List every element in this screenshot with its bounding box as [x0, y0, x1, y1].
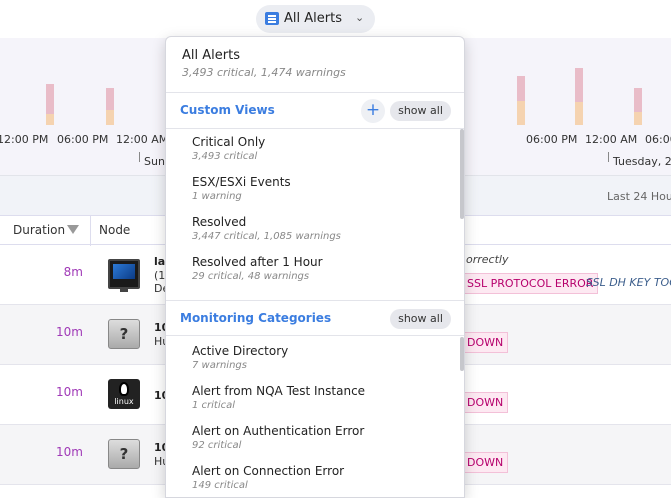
- view-selector-title: All Alerts: [284, 11, 342, 26]
- custom-views-scrollbar[interactable]: [460, 129, 464, 219]
- linux-icon: linux: [108, 379, 140, 409]
- custom-view-item[interactable]: Resolved 3,447 critical, 1,085 warnings: [192, 215, 452, 255]
- duration-value: 10m: [56, 325, 83, 339]
- custom-view-name: Critical Only: [192, 135, 266, 149]
- time-label: 12:00 PM: [0, 133, 49, 146]
- status-badge: DOWN: [462, 452, 509, 473]
- category-count: 92 critical: [192, 440, 242, 451]
- day-tick: [139, 152, 140, 162]
- time-label: 12:00 AM: [585, 133, 638, 146]
- category-count: 7 warnings: [192, 360, 247, 371]
- chart-bar-warning: [634, 112, 642, 125]
- linux-icon-label: linux: [114, 397, 134, 406]
- alert-view-dropdown: All Alerts 3,493 critical, 1,474 warning…: [165, 36, 465, 498]
- time-range-label[interactable]: Last 24 Hours: [607, 190, 671, 203]
- add-view-button[interactable]: +: [361, 99, 385, 123]
- custom-view-count: 29 critical, 48 warnings: [192, 271, 310, 282]
- chevron-down-icon: ⌄: [355, 11, 365, 24]
- unknown-device-icon: ?: [108, 439, 140, 469]
- status-badge: SSL PROTOCOL ERROR: [462, 273, 599, 294]
- day-tick: [608, 152, 609, 162]
- time-label: 06:00 PM: [645, 133, 671, 146]
- custom-view-count: 1 warning: [192, 191, 242, 202]
- custom-view-name: Resolved after 1 Hour: [192, 255, 323, 269]
- chart-bar-critical: [575, 68, 583, 102]
- category-count: 149 critical: [192, 480, 248, 491]
- duration-value: 10m: [56, 445, 83, 459]
- custom-view-item[interactable]: Resolved after 1 Hour 29 critical, 48 wa…: [192, 255, 452, 295]
- day-label: Tuesday, 21: [613, 155, 671, 168]
- chart-bar-critical: [634, 88, 642, 112]
- status-badge: DOWN: [462, 392, 509, 413]
- custom-view-item[interactable]: Critical Only 3,493 critical: [192, 135, 452, 175]
- monitoring-categories-show-all-button[interactable]: show all: [390, 309, 451, 329]
- custom-view-name: Resolved: [192, 215, 247, 229]
- all-alerts-option[interactable]: All Alerts 3,493 critical, 1,474 warning…: [166, 37, 464, 93]
- custom-views-title: Custom Views: [180, 103, 275, 117]
- custom-view-count: 3,493 critical: [192, 151, 258, 162]
- view-selector-button[interactable]: All Alerts ⌄: [256, 5, 375, 33]
- unknown-device-icon: ?: [108, 319, 140, 349]
- chart-bar-warning: [106, 110, 114, 125]
- status-badge: DOWN: [462, 332, 509, 353]
- category-name: Alert on Authentication Error: [192, 424, 365, 438]
- chart-bar-critical: [46, 84, 54, 114]
- category-item[interactable]: Alert on Connection Error 149 critical: [192, 464, 452, 497]
- list-icon: [265, 12, 279, 25]
- alert-note: orrectly: [466, 253, 509, 266]
- custom-view-item[interactable]: ESX/ESXi Events 1 warning: [192, 175, 452, 215]
- chart-bar-critical: [106, 88, 114, 110]
- column-divider: [90, 216, 91, 246]
- custom-view-count: 3,447 critical, 1,085 warnings: [192, 231, 341, 242]
- category-count: 1 critical: [192, 400, 236, 411]
- chart-bar-critical: [517, 76, 525, 101]
- filter-icon[interactable]: [67, 225, 79, 234]
- monitoring-categories-header: Monitoring Categories show all: [166, 300, 464, 336]
- all-alerts-title: All Alerts: [182, 48, 240, 63]
- status-badge: SSL DH KEY TOO SI: [586, 276, 671, 289]
- chart-bar-warning: [517, 101, 525, 125]
- duration-value: 10m: [56, 385, 83, 399]
- chart-bar-warning: [575, 102, 583, 125]
- top-bar: All Alerts ⌄: [0, 0, 671, 38]
- all-alerts-summary: 3,493 critical, 1,474 warnings: [182, 66, 346, 79]
- monitor-icon: [108, 259, 140, 292]
- category-name: Alert on Connection Error: [192, 464, 345, 478]
- category-item[interactable]: Active Directory 7 warnings: [192, 344, 452, 384]
- custom-views-show-all-button[interactable]: show all: [390, 101, 451, 121]
- node-column-header[interactable]: Node: [99, 223, 130, 237]
- custom-view-name: ESX/ESXi Events: [192, 175, 291, 189]
- category-item[interactable]: Alert on Authentication Error 92 critica…: [192, 424, 452, 464]
- category-name: Alert from NQA Test Instance: [192, 384, 366, 398]
- categories-scrollbar[interactable]: [460, 337, 464, 371]
- time-label: 06:00 PM: [526, 133, 578, 146]
- monitoring-categories-title: Monitoring Categories: [180, 311, 332, 325]
- category-item[interactable]: Alert from NQA Test Instance 1 critical: [192, 384, 452, 424]
- time-label: 06:00 PM: [57, 133, 109, 146]
- duration-column-header[interactable]: Duration: [13, 223, 65, 237]
- category-name: Active Directory: [192, 344, 289, 358]
- duration-value: 8m: [63, 265, 83, 279]
- custom-views-header: Custom Views + show all: [166, 93, 464, 129]
- chart-bar-warning: [46, 114, 54, 125]
- time-label: 12:00 AM: [116, 133, 169, 146]
